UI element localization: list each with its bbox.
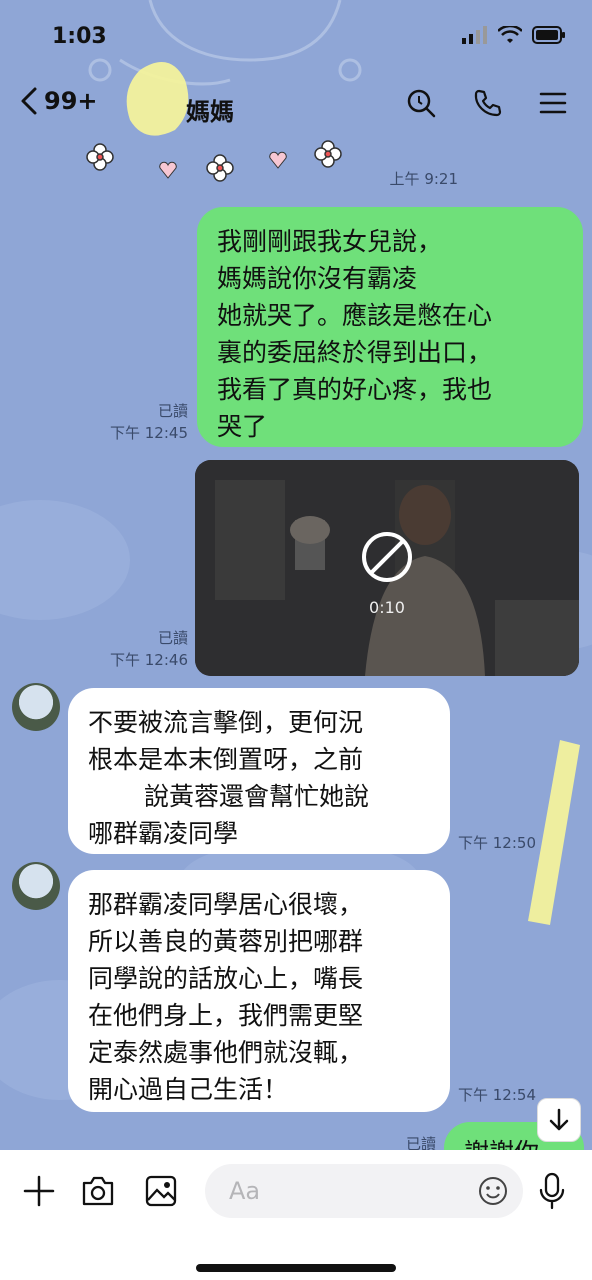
message-line: 說黃蓉還會幫忙她說 (144, 782, 370, 811)
message-line: 哭了 (217, 412, 268, 441)
home-indicator (196, 1264, 396, 1272)
blocked-icon (362, 532, 412, 582)
video-message[interactable]: 0:10 (195, 460, 579, 676)
message-line: 裏的委屈終於得到出口， (217, 338, 493, 367)
back-chevron-icon (21, 87, 37, 115)
back-button[interactable]: 99+ (18, 86, 98, 116)
chat-header: 99+ 媽媽 (0, 80, 592, 136)
message-line: 同學說的話放心上，嘴長 (88, 964, 364, 993)
message-input[interactable]: Aa (205, 1164, 523, 1218)
call-button[interactable] (470, 86, 504, 120)
signal-icon (462, 26, 487, 44)
add-icon[interactable] (22, 1174, 56, 1208)
message-line: 媽媽說你沒有霸凌 (217, 264, 418, 293)
emoji-icon[interactable] (477, 1175, 509, 1207)
message-time: 下午 12:46 (110, 651, 188, 669)
message-meta: 已讀 下午 12:45 (96, 400, 188, 444)
message-meta: 已讀 下午 12:46 (96, 627, 188, 671)
battery-icon (532, 26, 565, 44)
message-line: 所以善良的黃蓉別把哪群 (88, 927, 364, 956)
search-button[interactable] (404, 86, 438, 120)
scroll-to-bottom-button[interactable] (537, 1098, 581, 1142)
unread-count: 99+ (44, 87, 98, 115)
video-duration: 0:10 (369, 598, 405, 617)
flower-sticker (86, 140, 342, 182)
incoming-message[interactable]: 不要被流言擊倒，更何況 根本是本末倒置呀，之前 說黃蓉還會幫忙她說 哪群霸凌同學 (68, 688, 450, 854)
incoming-message[interactable]: 那群霸凌同學居心很壞， 所以善良的黃蓉別把哪群 同學說的話放心上，嘴長 在他們身… (68, 870, 450, 1112)
read-receipt: 已讀 (157, 402, 188, 420)
search-icon (407, 89, 436, 118)
avatar[interactable] (12, 683, 60, 731)
status-bar: 1:03 (0, 0, 592, 74)
message-line: 她就哭了。應該是憋在心 (217, 301, 493, 330)
message-time: 下午 12:54 (458, 1086, 536, 1104)
message-line: 定泰然處事他們就沒輒， (88, 1038, 364, 1067)
message-line: 我看了真的好心疼，我也 (217, 375, 493, 404)
mic-icon[interactable] (536, 1172, 568, 1210)
arrow-down-icon (549, 1108, 569, 1131)
message-time: 上午 9:21 (389, 170, 458, 188)
status-time: 1:03 (52, 24, 107, 49)
message-line: 開心過自己生活！ (88, 1075, 289, 1104)
menu-icon (539, 92, 567, 114)
message-line: 不要被流言擊倒，更何況 (88, 708, 364, 737)
message-line: 在他們身上，我們需更堅 (88, 1001, 364, 1030)
message-line: 那群霸凌同學居心很壞， (88, 890, 364, 919)
message-line: 根本是本末倒置呀，之前 (88, 745, 364, 774)
message-time: 下午 12:45 (110, 424, 188, 442)
message-input-placeholder: Aa (229, 1177, 261, 1205)
message-time: 下午 12:50 (458, 834, 536, 852)
chat-title: 媽媽 (186, 98, 234, 126)
phone-icon (474, 89, 502, 117)
read-receipt: 已讀 (157, 629, 188, 647)
camera-icon[interactable] (80, 1174, 116, 1208)
image-icon[interactable] (144, 1174, 178, 1208)
avatar[interactable] (12, 862, 60, 910)
message-line: 哪群霸凌同學 (88, 819, 239, 848)
menu-button[interactable] (536, 86, 570, 120)
input-bar: Aa (0, 1150, 592, 1280)
message-line: 我剛剛跟我女兒說， (217, 227, 443, 256)
wifi-icon (498, 26, 522, 43)
outgoing-message[interactable]: 我剛剛跟我女兒說， 媽媽說你沒有霸凌 她就哭了。應該是憋在心 裏的委屈終於得到出… (197, 207, 583, 447)
